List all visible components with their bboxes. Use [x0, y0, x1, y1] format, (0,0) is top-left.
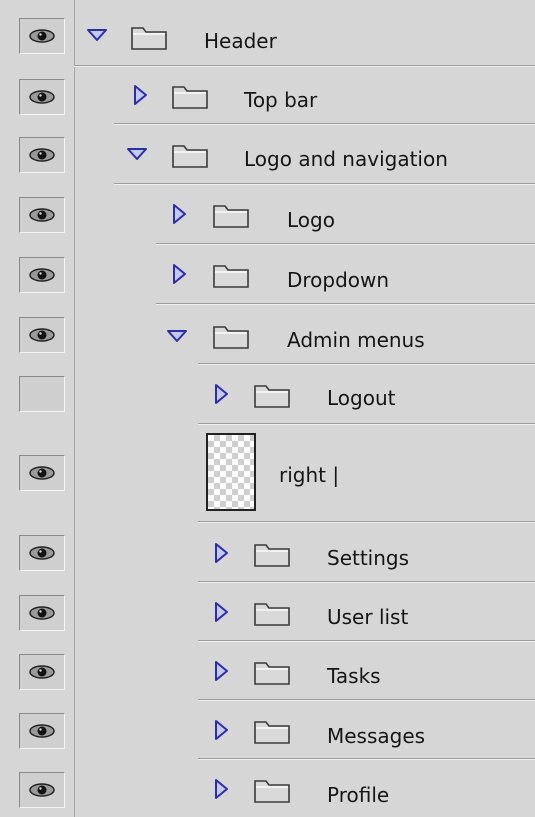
- folder-icon: [254, 780, 290, 803]
- eye-icon: [29, 328, 55, 342]
- visibility-toggle[interactable]: [19, 376, 65, 412]
- triangle-right-icon[interactable]: [214, 660, 230, 682]
- triangle-right-icon[interactable]: [214, 778, 230, 800]
- layer-name: Dropdown: [287, 268, 390, 292]
- layer-name: Header: [204, 29, 277, 53]
- transparent-thumbnail-icon: [206, 433, 256, 511]
- layer-name: Logo: [287, 208, 335, 232]
- eye-icon: [29, 783, 55, 797]
- layer-row-header[interactable]: Header: [0, 0, 535, 67]
- folder-icon: [213, 326, 249, 349]
- visibility-toggle[interactable]: [19, 79, 65, 115]
- layer-name: Top bar: [244, 88, 318, 112]
- layer-name: right |: [279, 463, 340, 487]
- visibility-toggle[interactable]: [19, 654, 65, 690]
- layer-name: Tasks: [327, 664, 381, 688]
- layer-name: Profile: [327, 783, 390, 807]
- visibility-toggle[interactable]: [19, 772, 65, 808]
- triangle-right-icon[interactable]: [214, 601, 230, 623]
- folder-icon: [131, 27, 167, 50]
- triangle-down-icon[interactable]: [86, 28, 108, 42]
- triangle-right-icon[interactable]: [172, 263, 188, 285]
- folder-icon: [254, 544, 290, 567]
- triangle-down-icon[interactable]: [166, 329, 188, 343]
- folder-icon: [254, 721, 290, 744]
- visibility-toggle[interactable]: [19, 317, 65, 353]
- layer-row-messages[interactable]: Messages: [0, 701, 535, 760]
- layer-row-settings[interactable]: Settings: [0, 523, 535, 583]
- triangle-right-icon[interactable]: [133, 84, 149, 106]
- eye-icon: [29, 148, 55, 162]
- visibility-toggle[interactable]: [19, 197, 65, 233]
- folder-icon: [213, 265, 249, 288]
- layer-name: Admin menus: [287, 328, 425, 352]
- folder-icon: [172, 86, 208, 109]
- visibility-toggle[interactable]: [19, 137, 65, 173]
- visibility-toggle[interactable]: [19, 713, 65, 749]
- visibility-toggle[interactable]: [19, 595, 65, 631]
- folder-icon: [172, 145, 208, 168]
- triangle-right-icon[interactable]: [172, 203, 188, 225]
- layer-row-profile[interactable]: Profile: [0, 760, 535, 817]
- visibility-toggle[interactable]: [19, 257, 65, 293]
- eye-icon: [29, 90, 55, 104]
- layer-name: Logout: [327, 386, 396, 410]
- triangle-right-icon[interactable]: [214, 719, 230, 741]
- layer-row-tasks[interactable]: Tasks: [0, 642, 535, 701]
- triangle-right-icon[interactable]: [214, 383, 230, 405]
- eye-icon: [29, 466, 55, 480]
- eye-icon: [29, 724, 55, 738]
- layer-row-user-list[interactable]: User list: [0, 583, 535, 642]
- layer-row-right[interactable]: right |: [0, 425, 535, 523]
- visibility-toggle[interactable]: [19, 455, 65, 491]
- eye-icon: [29, 606, 55, 620]
- eye-icon: [29, 29, 55, 43]
- triangle-down-icon[interactable]: [126, 147, 148, 161]
- layer-name: User list: [327, 605, 409, 629]
- layer-row-logout[interactable]: Logout: [0, 365, 535, 425]
- layer-row-logo[interactable]: Logo: [0, 185, 535, 245]
- visibility-toggle[interactable]: [19, 535, 65, 571]
- eye-icon: [29, 665, 55, 679]
- layer-row-logo-and-navigation[interactable]: Logo and navigation: [0, 125, 535, 185]
- folder-icon: [254, 385, 290, 408]
- layer-row-top-bar[interactable]: Top bar: [0, 67, 535, 125]
- layer-name: Messages: [327, 724, 426, 748]
- eye-icon: [29, 268, 55, 282]
- layer-name: Settings: [327, 546, 410, 570]
- layer-row-dropdown[interactable]: Dropdown: [0, 245, 535, 305]
- folder-icon: [254, 662, 290, 685]
- folder-icon: [213, 205, 249, 228]
- visibility-toggle[interactable]: [19, 18, 65, 54]
- folder-icon: [254, 603, 290, 626]
- layer-row-admin-menus[interactable]: Admin menus: [0, 305, 535, 365]
- eye-icon: [29, 208, 55, 222]
- layers-panel: Header Top bar Logo and navigation Logo: [0, 0, 535, 817]
- eye-icon: [29, 546, 55, 560]
- layer-name: Logo and navigation: [244, 147, 448, 171]
- triangle-right-icon[interactable]: [214, 542, 230, 564]
